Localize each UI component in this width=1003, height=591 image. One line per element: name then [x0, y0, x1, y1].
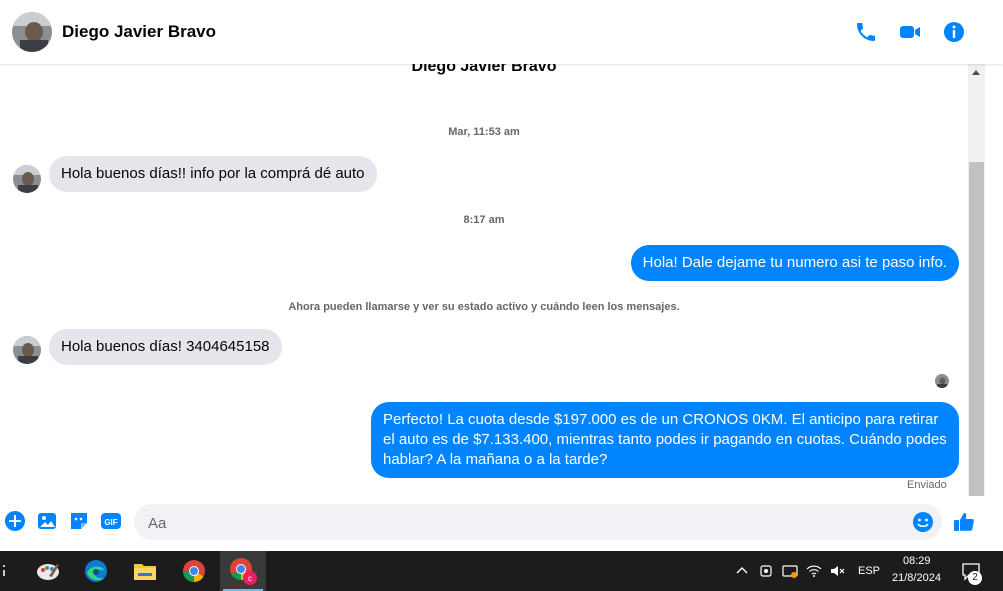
message-input-container[interactable] [134, 504, 942, 542]
message-bubble-incoming[interactable]: Hola buenos días! 3404645158 [49, 329, 282, 365]
gif-icon[interactable]: GIF [100, 510, 122, 532]
scroll-thumb[interactable] [969, 162, 984, 532]
chat-scrollbar[interactable] [968, 64, 985, 548]
timestamp: Mar, 11:53 am [448, 126, 520, 138]
conversation-top-name: Diego Javier Bravo [411, 64, 557, 75]
chevron-up-icon[interactable] [734, 563, 750, 579]
paint-app-icon[interactable] [25, 551, 71, 591]
message-composer: GIF [0, 496, 1003, 552]
windows-taskbar: c ESP 08:29 21/8/2024 2 [0, 551, 1003, 591]
camera-tray-icon[interactable] [758, 563, 774, 579]
contact-name[interactable]: Diego Javier Bravo [62, 22, 216, 42]
read-receipt-avatar [935, 374, 949, 388]
message-bubble-outgoing[interactable]: Perfecto! La cuota desde $197.000 es de … [371, 402, 959, 478]
edge-browser-icon[interactable] [73, 551, 119, 591]
notification-badge: 2 [968, 571, 982, 585]
clock-time[interactable]: 08:29 [903, 555, 931, 567]
scroll-up-arrow-icon[interactable] [972, 70, 980, 75]
wifi-icon[interactable] [806, 563, 822, 579]
contact-avatar-small [13, 336, 41, 364]
info-icon[interactable] [942, 20, 966, 44]
like-icon[interactable] [952, 510, 974, 532]
clock-date[interactable]: 21/8/2024 [892, 572, 941, 584]
chrome-browser-icon[interactable] [171, 551, 217, 591]
message-list[interactable]: Diego Javier Bravo Mar, 11:53 am Hola bu… [0, 64, 968, 496]
message-bubble-incoming[interactable]: Hola buenos días!! info por la comprá dé… [49, 156, 377, 192]
emoji-icon[interactable] [912, 511, 934, 533]
chat-header: Diego Javier Bravo [0, 0, 1003, 64]
system-message: Ahora pueden llamarse y ver su estado ac… [288, 301, 680, 313]
chrome-profile-icon[interactable]: c [220, 551, 266, 591]
svg-text:c: c [248, 574, 252, 583]
language-indicator[interactable]: ESP [858, 565, 880, 577]
message-bubble-outgoing[interactable]: Hola! Dale dejame tu numero asi te paso … [630, 245, 959, 281]
taskbar-handle-icon [3, 563, 5, 579]
screen-capture-icon[interactable] [782, 563, 798, 579]
message-status: Enviado [907, 479, 947, 491]
photo-icon[interactable] [36, 510, 58, 532]
volume-muted-icon[interactable] [829, 563, 845, 579]
gif-label: GIF [104, 518, 117, 527]
message-input[interactable] [146, 504, 910, 542]
sticker-icon[interactable] [68, 510, 90, 532]
add-icon[interactable] [4, 510, 26, 532]
contact-avatar[interactable] [12, 12, 52, 52]
timestamp: 8:17 am [463, 214, 505, 226]
contact-avatar-small [13, 165, 41, 193]
file-explorer-icon[interactable] [122, 551, 168, 591]
video-call-icon[interactable] [898, 20, 922, 44]
phone-icon[interactable] [854, 20, 878, 44]
